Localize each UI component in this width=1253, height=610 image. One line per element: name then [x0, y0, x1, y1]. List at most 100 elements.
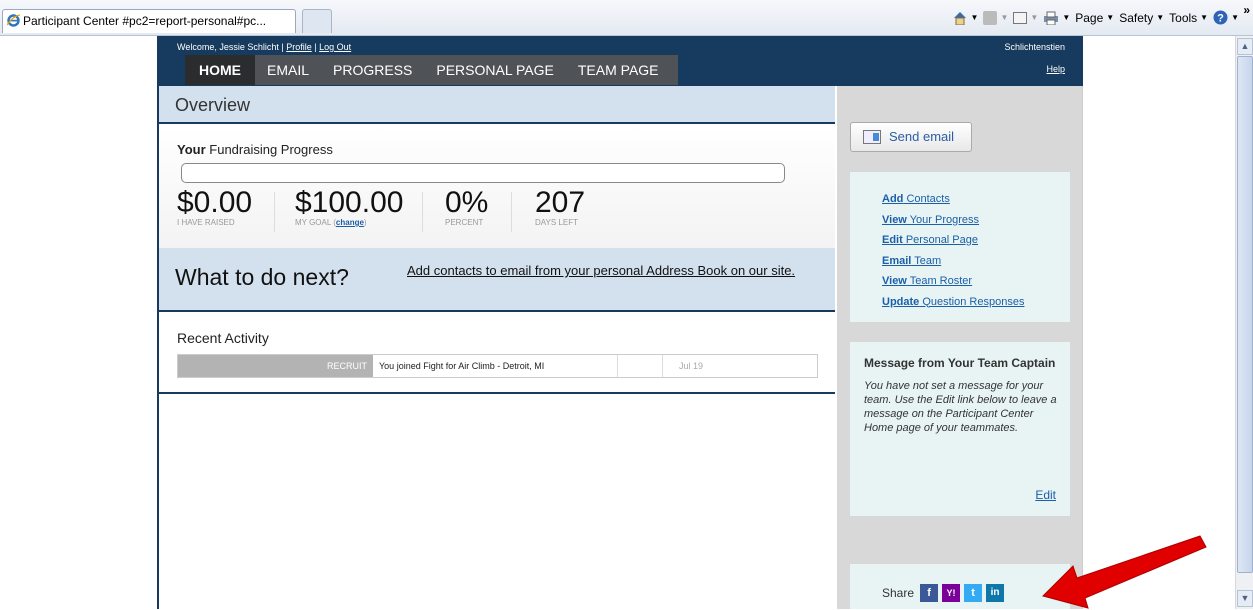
page-right-border	[1082, 36, 1083, 609]
home-button[interactable]: ▼	[952, 11, 978, 25]
activity-description: You joined Fight for Air Climb - Detroit…	[373, 355, 618, 377]
days-value: 207	[535, 186, 586, 219]
view-progress-link[interactable]: View Your Progress	[882, 214, 979, 226]
email-icon	[863, 130, 881, 144]
stat-divider	[422, 192, 423, 232]
list-item: View Team Roster	[882, 271, 1070, 292]
add-contacts-link[interactable]: Add Contacts	[882, 193, 950, 205]
scroll-down-arrow-icon[interactable]: ▼	[1237, 590, 1253, 607]
days-stat: 207 DAYS LEFT	[535, 186, 585, 227]
mail-button[interactable]: ▼	[1013, 11, 1038, 24]
welcome-prefix: Welcome, Jessie Schlicht |	[177, 42, 284, 52]
facebook-icon[interactable]: f	[920, 584, 939, 602]
page-menu-label: Page	[1075, 10, 1104, 25]
nav-personal-page[interactable]: PERSONAL PAGE	[424, 55, 565, 85]
home-icon	[953, 11, 966, 25]
scrollbar-thumb[interactable]	[1237, 56, 1253, 573]
tools-menu-label: Tools	[1169, 10, 1198, 25]
username-label: Schlichtenstien	[1004, 42, 1065, 52]
tab-title: Participant Center #pc2=report-personal#…	[23, 14, 267, 28]
yahoo-icon[interactable]: Y!	[942, 584, 961, 602]
quick-links: Add Contacts View Your Progress Edit Per…	[850, 172, 1070, 322]
printer-icon	[1044, 11, 1059, 25]
link-bold: Update	[882, 295, 920, 308]
link-bold: View	[882, 275, 907, 287]
send-email-button[interactable]: Send email	[850, 122, 972, 152]
twitter-icon[interactable]: t	[964, 584, 983, 602]
feeds-icon	[983, 10, 998, 25]
change-goal-link[interactable]: change	[336, 218, 364, 227]
vertical-scrollbar[interactable]: ▲ ▼	[1235, 36, 1253, 609]
link-rest: Personal Page	[902, 234, 978, 246]
new-tab-button[interactable]	[302, 9, 332, 33]
list-item: Add Contacts	[882, 189, 1070, 210]
nav-email[interactable]: EMAIL	[255, 55, 321, 85]
days-label: DAYS LEFT	[535, 218, 578, 227]
goal-stat: $100.00 MY GOAL (change)	[295, 186, 403, 227]
link-bold: Email	[882, 254, 912, 267]
toolbar-overflow-chevron[interactable]: »	[1243, 3, 1250, 17]
goal-label-end: )	[363, 218, 367, 227]
stat-divider	[274, 192, 275, 232]
nav-team-page[interactable]: TEAM PAGE	[566, 55, 671, 85]
tools-menu[interactable]: Tools ▼	[1169, 11, 1208, 25]
list-item: View Your Progress	[882, 210, 1070, 231]
page-menu[interactable]: Page ▼	[1075, 11, 1114, 25]
link-bold: View	[882, 213, 907, 226]
welcome-separator: |	[314, 42, 317, 52]
safety-menu[interactable]: Safety ▼	[1119, 11, 1164, 25]
nav-progress[interactable]: PROGRESS	[321, 55, 424, 85]
svg-text:?: ?	[1217, 13, 1224, 25]
overview-title: Overview	[159, 86, 835, 124]
ie-icon	[7, 14, 20, 27]
activity-spacer	[618, 355, 663, 377]
main-content: Overview Your Fundraising Progress $0.00…	[159, 86, 835, 609]
help-link[interactable]: Help	[1046, 64, 1065, 74]
activity-date: Jul 19	[679, 361, 704, 371]
mail-icon	[1013, 11, 1028, 24]
link-rest: Team	[911, 254, 942, 267]
what-to-do-next: What to do next? Add contacts to email f…	[159, 248, 835, 312]
print-button[interactable]: ▼	[1043, 11, 1070, 25]
link-bold: Edit	[882, 234, 903, 246]
email-team-link[interactable]: Email Team	[882, 255, 941, 267]
goal-value: $100.00	[295, 186, 404, 219]
recent-activity-title: Recent Activity	[177, 330, 269, 346]
feeds-button[interactable]: ▼	[983, 10, 1008, 25]
link-rest: Your Progress	[906, 213, 980, 226]
table-row: RECRUIT You joined Fight for Air Climb -…	[177, 354, 818, 378]
scroll-up-arrow-icon[interactable]: ▲	[1237, 38, 1253, 55]
link-rest: Team Roster	[906, 275, 973, 287]
welcome-text: Welcome, Jessie Schlicht | Profile | Log…	[177, 42, 351, 52]
profile-link[interactable]: Profile	[286, 42, 312, 52]
view-team-roster-link[interactable]: View Team Roster	[882, 275, 972, 287]
list-item: Email Team	[882, 251, 1070, 272]
logout-link[interactable]: Log Out	[319, 42, 351, 52]
team-captain-message: Message from Your Team Captain You have …	[850, 342, 1070, 516]
list-item: Edit Personal Page	[882, 230, 1070, 251]
link-rest: Contacts	[903, 193, 950, 205]
fundraising-title-rest: Fundraising Progress	[205, 142, 333, 157]
linkedin-icon[interactable]: in	[986, 584, 1005, 602]
nav-home[interactable]: HOME	[185, 55, 255, 85]
update-question-responses-link[interactable]: Update Question Responses	[882, 296, 1024, 308]
command-bar: ▼ ▼ ▼ ▼ Page ▼ Safety ▼ Tools ▼ ? ▼	[952, 10, 1239, 25]
browser-tab[interactable]: Participant Center #pc2=report-personal#…	[2, 9, 296, 33]
message-text: You have not set a message for your team…	[864, 380, 1057, 434]
fundraising-progress-bar	[181, 163, 785, 183]
raised-stat: $0.00 I HAVE RAISED	[177, 186, 252, 227]
add-contacts-suggestion-link[interactable]: Add contacts to email from your personal…	[407, 262, 807, 279]
percent-stat: 0% PERCENT	[445, 186, 488, 227]
send-email-label: Send email	[889, 129, 955, 144]
help-menu[interactable]: ? ▼	[1213, 10, 1239, 25]
annotation-arrow-icon	[1042, 535, 1207, 609]
goal-label-text: MY GOAL (	[295, 218, 336, 227]
activity-type: RECRUIT	[178, 355, 373, 377]
fundraising-title: Your Fundraising Progress	[177, 142, 333, 157]
list-item: Update Question Responses	[882, 292, 1070, 313]
edit-personal-page-link[interactable]: Edit Personal Page	[882, 234, 978, 246]
help-icon: ?	[1213, 10, 1228, 25]
next-heading: What to do next?	[175, 264, 349, 290]
edit-message-link[interactable]: Edit	[1035, 488, 1056, 502]
percent-label: PERCENT	[445, 218, 484, 227]
